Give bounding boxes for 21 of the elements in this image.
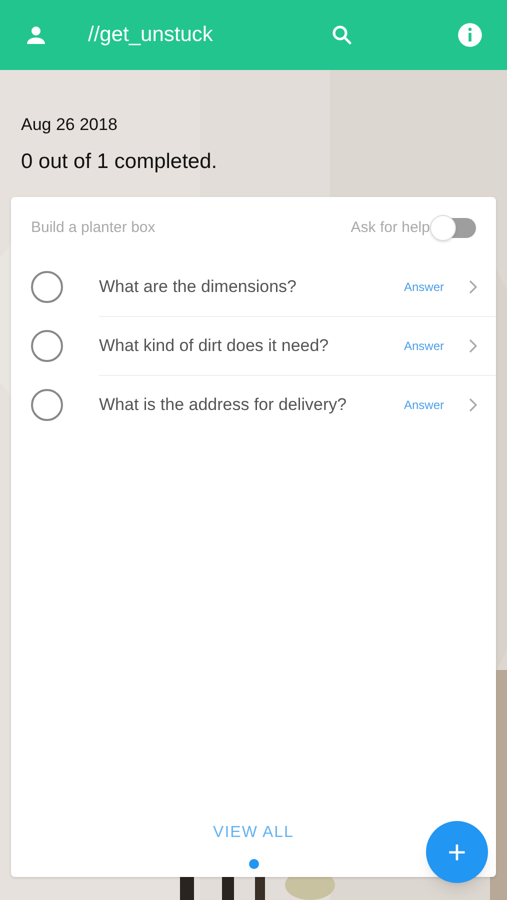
search-icon[interactable] <box>330 23 354 47</box>
question-text: What are the dimensions? <box>99 276 296 298</box>
chevron-right-icon[interactable] <box>468 397 478 413</box>
help-toggle[interactable] <box>432 218 476 238</box>
view-all-link[interactable]: VIEW ALL <box>213 821 294 845</box>
answer-link[interactable]: Answer <box>404 396 444 414</box>
answer-link[interactable]: Answer <box>404 336 444 354</box>
goal-title: Build a planter box <box>31 218 156 238</box>
task-checkbox[interactable] <box>31 271 63 303</box>
question-text: What kind of dirt does it need? <box>99 334 329 357</box>
chevron-right-icon[interactable] <box>468 338 478 354</box>
task-checkbox[interactable] <box>31 389 63 421</box>
answer-link[interactable]: Answer <box>404 278 444 296</box>
progress-summary: 0 out of 1 completed. <box>21 148 218 174</box>
chevron-right-icon[interactable] <box>468 278 478 294</box>
info-icon[interactable] <box>457 22 483 48</box>
help-label: Ask for help <box>350 218 430 238</box>
task-checkbox[interactable] <box>31 330 63 362</box>
app-title: //get_unstuck <box>88 22 213 48</box>
date-label: Aug 26 2018 <box>21 114 118 136</box>
question-text: What is the address for delivery? <box>99 394 347 416</box>
